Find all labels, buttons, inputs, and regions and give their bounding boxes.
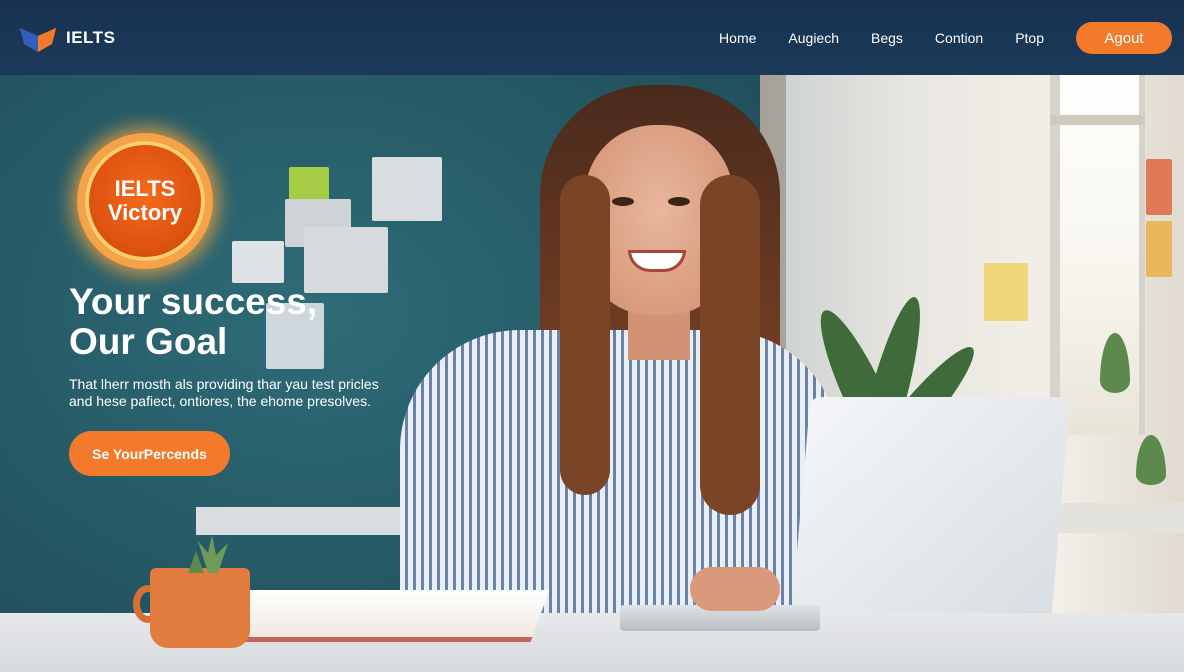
nav-link-augiech[interactable]: Augiech — [788, 30, 839, 46]
logo-text: IELTS — [66, 28, 116, 47]
hero-cta-button[interactable]: Se YourPercends — [69, 431, 230, 476]
hero-headline: Your success, Our Goal — [69, 282, 409, 362]
nav-link-home[interactable]: Home — [719, 30, 756, 46]
hero-section: IELTS Victory Your success, Our Goal Tha… — [0, 75, 1184, 672]
window-frame-bar — [1050, 115, 1145, 125]
orange-mug — [150, 568, 250, 648]
headline-line-1: Your success, — [69, 281, 318, 322]
wall-note — [372, 157, 442, 221]
description-line-2: and hese pafiect, ontiores, the ehome pr… — [69, 393, 371, 409]
header-cta-button[interactable]: Agout — [1076, 22, 1172, 54]
ielts-victory-badge: IELTS Victory — [77, 133, 213, 269]
person-hair-strand — [700, 175, 760, 515]
wall-note-yellow — [984, 263, 1028, 321]
person-eye — [612, 197, 634, 206]
headline-line-2: Our Goal — [69, 321, 228, 362]
badge-title: IELTS — [114, 176, 176, 201]
succulent-icon — [188, 535, 228, 573]
person-eye — [668, 197, 690, 206]
open-book — [230, 590, 550, 642]
description-line-1: That lherr mosth als providing thar yau … — [69, 376, 379, 392]
nav-link-ptop[interactable]: Ptop — [1015, 30, 1044, 46]
person-hand — [690, 567, 780, 611]
logo-shield-icon — [20, 28, 56, 52]
main-nav: Home Augiech Begs Contion Ptop Agout — [719, 22, 1172, 54]
nav-link-begs[interactable]: Begs — [871, 30, 903, 46]
nav-link-contion[interactable]: Contion — [935, 30, 983, 46]
top-navbar: IELTS Home Augiech Begs Contion Ptop Ago… — [0, 0, 1184, 75]
person-hair-strand — [560, 175, 610, 495]
hero-description: That lherr mosth als providing thar yau … — [69, 376, 399, 410]
laptop-lid — [789, 397, 1071, 637]
wall-note-red — [1146, 159, 1172, 215]
wall-note — [232, 241, 284, 283]
badge-subtitle: Victory — [107, 200, 183, 225]
room-window — [1050, 75, 1145, 435]
wall-note-orange — [1146, 221, 1172, 277]
site-logo[interactable]: IELTS — [18, 22, 115, 54]
